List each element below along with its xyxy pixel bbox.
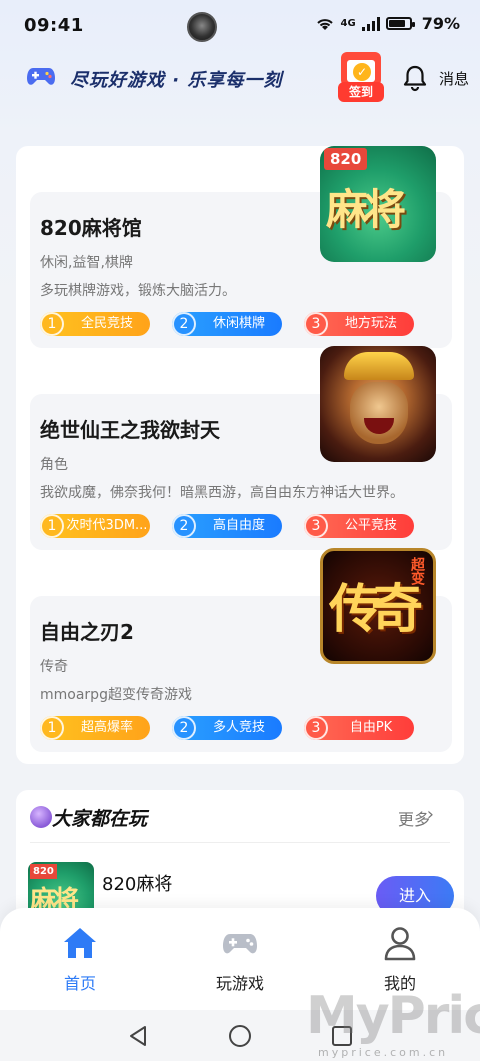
- nav-label: 玩游戏: [215, 974, 264, 993]
- calendar-icon: ✓: [341, 52, 381, 86]
- game-tag: 1 超高爆率: [40, 716, 150, 740]
- tag-number: 2: [172, 514, 196, 538]
- icon-glyphs: 麻将: [326, 185, 406, 234]
- user-icon: [384, 927, 416, 961]
- icon-glyphs: 传奇: [329, 579, 423, 640]
- tag-label: 多人竞技: [212, 720, 265, 735]
- game-tag: 2 多人竞技: [172, 716, 282, 740]
- game-genre: 休闲,益智,棋牌: [40, 255, 133, 271]
- watermark: MyPrice: [306, 986, 480, 1046]
- game-tag: 3 地方玩法: [304, 312, 414, 336]
- game-description: 我欲成魔，佛奈我何！暗黑西游，高自由东方神话大世界。: [40, 485, 404, 501]
- game-tag: 1 次时代3DM...: [40, 514, 150, 538]
- nav-label: 首页: [63, 974, 96, 993]
- checkin-button[interactable]: ✓ 签到: [338, 52, 384, 104]
- gamepad-icon: [223, 934, 257, 954]
- game-title: 自由之刃2: [40, 620, 134, 644]
- tag-label: 全民竞技: [80, 316, 133, 331]
- tag-label: 地方玩法: [344, 316, 397, 331]
- game-title: 820麻将馆: [40, 216, 142, 240]
- game-tag: 1 全民竞技: [40, 312, 150, 336]
- chevron-right-icon[interactable]: ›: [427, 804, 434, 825]
- monkey-king-icon[interactable]: [320, 346, 436, 462]
- gamepad-logo-icon: [27, 68, 55, 85]
- home-icon: [64, 928, 96, 958]
- crystal-ball-icon: [30, 806, 52, 828]
- tag-number: 1: [40, 312, 64, 336]
- tag-label: 超高爆率: [80, 720, 133, 735]
- back-icon[interactable]: [125, 1022, 153, 1050]
- mahjong-game-icon[interactable]: 820 麻将: [320, 146, 436, 262]
- tag-label: 高自由度: [212, 518, 265, 533]
- app-slogan: 尽玩好游戏 · 乐享每一刻: [70, 70, 283, 91]
- nav-item-home[interactable]: 首页: [30, 924, 130, 1004]
- status-avatar-icon: [187, 12, 217, 42]
- app-header: 尽玩好游戏 · 乐享每一刻 ✓ 签到 消息: [0, 52, 480, 112]
- game-genre: 传奇: [40, 659, 68, 675]
- game-tag: 2 高自由度: [172, 514, 282, 538]
- tag-label: 自由PK: [349, 720, 393, 735]
- game-title: 绝世仙王之我欲封天: [40, 418, 220, 442]
- battery-icon: [385, 17, 415, 30]
- game-description: mmoarpg超变传奇游戏: [40, 687, 192, 703]
- bell-icon[interactable]: [402, 64, 428, 92]
- game-tag: 3 公平竞技: [304, 514, 414, 538]
- icon-badge: 820: [324, 148, 368, 170]
- icon-badge: 820: [30, 864, 57, 879]
- check-icon: ✓: [353, 63, 371, 81]
- status-indicators: 4G 79%: [315, 14, 460, 33]
- status-time: 09:41: [24, 15, 84, 36]
- tag-number: 1: [40, 514, 64, 538]
- popular-game-name[interactable]: 820麻将: [102, 870, 172, 896]
- tag-number: 3: [304, 312, 328, 336]
- watermark-url: myprice.com.cn: [318, 1046, 449, 1059]
- status-bar: 09:41 4G 79%: [0, 0, 480, 52]
- tag-label: 公平竞技: [344, 518, 397, 533]
- tag-number: 2: [172, 312, 196, 336]
- signal-icon: [361, 16, 380, 31]
- network-type: 4G: [340, 18, 356, 29]
- legend-game-icon[interactable]: 传奇 超变: [320, 548, 436, 664]
- game-tag: 2 休闲棋牌: [172, 312, 282, 336]
- game-list: 820麻将馆 休闲,益智,棋牌 多玩棋牌游戏，锻炼大脑活力。 1 全民竞技 2 …: [16, 146, 464, 764]
- message-label[interactable]: 消息: [439, 68, 469, 89]
- icon-subtitle: 超变: [409, 557, 425, 585]
- tag-number: 2: [172, 716, 196, 740]
- battery-percent: 79%: [421, 14, 460, 33]
- tag-row: 1 全民竞技 2 休闲棋牌 3 地方玩法: [40, 312, 440, 338]
- more-link[interactable]: 更多: [398, 806, 430, 830]
- tag-number: 3: [304, 716, 328, 740]
- tag-label: 休闲棋牌: [212, 316, 265, 331]
- wifi-icon: [316, 18, 333, 30]
- game-description: 多玩棋牌游戏，锻炼大脑活力。: [40, 283, 236, 299]
- game-genre: 角色: [40, 457, 68, 473]
- tag-label: 次时代3DM...: [66, 518, 148, 533]
- game-tag: 3 自由PK: [304, 716, 414, 740]
- tag-row: 1 超高爆率 2 多人竞技 3 自由PK: [40, 716, 440, 742]
- popular-title: 大家都在玩: [52, 808, 148, 830]
- tag-number: 3: [304, 514, 328, 538]
- tag-row: 1 次时代3DM... 2 高自由度 3 公平竞技: [40, 514, 440, 540]
- tag-number: 1: [40, 716, 64, 740]
- divider: [30, 842, 450, 843]
- nav-item-play[interactable]: 玩游戏: [190, 924, 290, 1004]
- home-circle-icon[interactable]: [226, 1022, 254, 1050]
- checkin-label: 签到: [338, 82, 384, 102]
